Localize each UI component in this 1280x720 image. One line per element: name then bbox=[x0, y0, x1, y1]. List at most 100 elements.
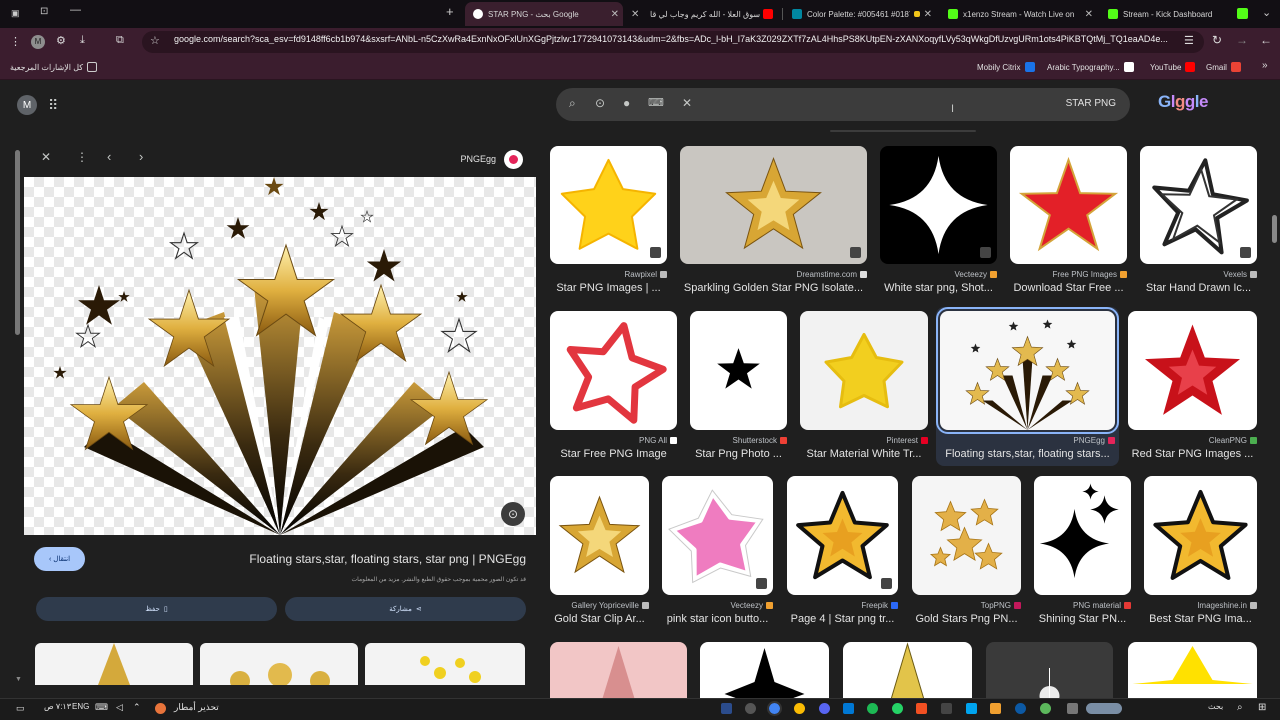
visual-search-icon[interactable]: ⊙ bbox=[501, 502, 525, 526]
result-source[interactable]: Vecteezy bbox=[955, 270, 997, 279]
result-thumbnail[interactable] bbox=[550, 146, 667, 264]
close-tab-icon[interactable]: ✕ bbox=[611, 9, 619, 20]
result-source[interactable]: CleanPNG bbox=[1209, 436, 1257, 445]
chrome-icon[interactable] bbox=[794, 703, 805, 714]
volume-icon[interactable]: ◁ bbox=[116, 702, 123, 713]
preview-image[interactable] bbox=[24, 177, 536, 535]
close-tab-icon[interactable]: ✕ bbox=[1085, 9, 1093, 20]
share-button[interactable]: مشاركة ⋖ bbox=[285, 597, 526, 621]
extensions-icon[interactable]: ⚙ bbox=[56, 34, 66, 47]
weather-alert[interactable]: تحذير أمطار bbox=[174, 702, 219, 713]
bookmark-gmail[interactable]: Gmail bbox=[1206, 62, 1241, 72]
result-thumbnail[interactable] bbox=[800, 311, 928, 430]
result-source[interactable]: TopPNG bbox=[981, 601, 1021, 610]
new-tab-icon[interactable]: + bbox=[446, 4, 454, 19]
next-icon[interactable]: › bbox=[139, 149, 143, 164]
result-card[interactable]: Vecteezy White star png, Shot... bbox=[880, 146, 997, 298]
window-menu-icon[interactable]: ▣ bbox=[11, 8, 20, 19]
result-source[interactable]: Dreamstime.com bbox=[797, 270, 867, 279]
related-image[interactable] bbox=[35, 643, 193, 685]
result-source[interactable]: Rawpixel bbox=[625, 270, 667, 279]
result-source[interactable]: Vexels bbox=[1223, 270, 1257, 279]
result-thumbnail[interactable] bbox=[1010, 146, 1127, 264]
result-source[interactable]: Imageshine.in bbox=[1197, 601, 1257, 610]
profile-avatar-icon[interactable]: M bbox=[31, 35, 45, 49]
account-avatar[interactable]: M bbox=[17, 95, 37, 115]
result-thumbnail[interactable] bbox=[690, 311, 787, 430]
time-text[interactable]: ٧:١٣ ص bbox=[44, 702, 71, 711]
result-card[interactable] bbox=[1128, 642, 1257, 698]
result-thumbnail[interactable] bbox=[662, 476, 773, 595]
result-card[interactable] bbox=[550, 642, 687, 698]
result-thumbnail[interactable] bbox=[1144, 476, 1257, 595]
result-thumbnail[interactable] bbox=[680, 146, 867, 264]
keyboard-icon[interactable]: ⌨ bbox=[648, 96, 664, 109]
result-card[interactable]: Free PNG Images Download Star Free ... bbox=[1010, 146, 1127, 298]
result-card[interactable]: TopPNG Gold Stars Png PN... bbox=[912, 476, 1021, 629]
app-icon[interactable] bbox=[721, 703, 732, 714]
preview-title[interactable]: Floating stars,star, floating stars, sta… bbox=[120, 552, 526, 566]
result-thumbnail[interactable] bbox=[550, 476, 649, 595]
result-thumbnail[interactable] bbox=[1140, 146, 1257, 264]
tab-kick-stream[interactable]: x1enzo Stream - Watch Live on ✕ bbox=[942, 2, 1097, 26]
more-bookmarks-icon[interactable]: » bbox=[1262, 60, 1268, 71]
search-input[interactable]: STAR PNG bbox=[1000, 98, 1116, 109]
result-thumbnail[interactable] bbox=[880, 146, 997, 264]
result-title[interactable]: Best Star PNG Ima... bbox=[1144, 613, 1257, 625]
result-title[interactable]: Star PNG Images | ... bbox=[550, 282, 667, 294]
result-title[interactable]: Floating stars,star, floating stars... bbox=[940, 448, 1115, 460]
language-indicator[interactable]: ENG bbox=[72, 702, 89, 711]
result-thumbnail[interactable] bbox=[787, 476, 898, 595]
result-source[interactable]: PNG material bbox=[1073, 601, 1131, 610]
result-card[interactable]: PNG All Star Free PNG Image bbox=[550, 311, 677, 464]
result-thumbnail[interactable] bbox=[843, 642, 972, 698]
tab-list-icon[interactable]: ⌄ bbox=[1262, 6, 1271, 19]
result-card[interactable]: Vecteezy pink star icon butto... bbox=[662, 476, 773, 629]
result-title[interactable]: pink star icon butto... bbox=[662, 613, 773, 625]
save-button[interactable]: حفظ ▯ bbox=[36, 597, 277, 621]
office-icon[interactable] bbox=[916, 703, 927, 714]
chrome-icon[interactable] bbox=[767, 701, 782, 716]
close-tab-icon[interactable]: ✕ bbox=[924, 9, 932, 20]
pngegg-icon[interactable] bbox=[504, 150, 523, 169]
result-card[interactable]: Shutterstock Star Png Photo ... bbox=[690, 311, 787, 464]
close-tab-icon[interactable]: ✕ bbox=[631, 9, 639, 20]
result-title[interactable]: Page 4 | Star png tr... bbox=[787, 613, 898, 625]
result-thumbnail[interactable] bbox=[986, 642, 1113, 698]
download-icon[interactable]: ⤓ bbox=[80, 34, 85, 47]
install-icon[interactable]: ⧉ bbox=[116, 34, 124, 47]
tab-kick-dashboard[interactable]: Stream - Kick Dashboard bbox=[1102, 2, 1252, 26]
task-view-icon[interactable] bbox=[1067, 703, 1078, 714]
clear-icon[interactable]: ✕ bbox=[682, 96, 692, 110]
all-bookmarks[interactable]: كل الإشارات المرجعية bbox=[10, 62, 98, 72]
result-title[interactable]: White star png, Shot... bbox=[880, 282, 997, 294]
result-source[interactable]: Free PNG Images bbox=[1053, 270, 1127, 279]
lens-icon[interactable]: ⊙ bbox=[595, 96, 605, 110]
result-title[interactable]: Sparkling Golden Star PNG Isolate... bbox=[680, 282, 867, 294]
bookmark-arabic-typography[interactable]: Arabic Typography... bbox=[1047, 62, 1134, 72]
result-thumbnail[interactable] bbox=[1128, 311, 1257, 430]
related-image[interactable] bbox=[365, 643, 525, 685]
bookmark-mobily[interactable]: Mobily Citrix bbox=[977, 62, 1035, 72]
result-card[interactable]: PNGEgg Floating stars,star, floating star… bbox=[936, 307, 1119, 466]
preview-source[interactable]: PNGEgg bbox=[450, 154, 496, 164]
result-thumbnail[interactable] bbox=[1034, 476, 1131, 595]
result-title[interactable]: Star Png Photo ... bbox=[690, 448, 787, 460]
bookmark-youtube[interactable]: YouTube bbox=[1150, 62, 1196, 72]
panel-scrollbar[interactable] bbox=[15, 150, 20, 335]
result-card[interactable] bbox=[843, 642, 972, 698]
result-card[interactable]: Pinterest Star Material White Tr... bbox=[800, 311, 928, 464]
result-title[interactable]: Gold Star Clip Ar... bbox=[550, 613, 649, 625]
more-options-icon[interactable]: ⋮ bbox=[76, 150, 88, 164]
search-icon[interactable]: ⌕ bbox=[569, 96, 576, 111]
tray-chevron-icon[interactable]: ⌃ bbox=[133, 702, 141, 713]
result-source[interactable]: Gallery Yopriceville bbox=[571, 601, 649, 610]
taskbar-search[interactable]: بحث bbox=[1208, 702, 1223, 711]
reload-icon[interactable]: ↻ bbox=[1212, 33, 1222, 47]
result-card[interactable]: Dreamstime.com Sparkling Golden Star PNG … bbox=[680, 146, 867, 298]
result-thumbnail[interactable] bbox=[550, 311, 677, 430]
result-source[interactable]: Pinterest bbox=[886, 436, 928, 445]
app-icon[interactable] bbox=[745, 703, 756, 714]
result-title[interactable]: Star Material White Tr... bbox=[800, 448, 928, 460]
result-card[interactable]: Imageshine.in Best Star PNG Ima... bbox=[1144, 476, 1257, 629]
